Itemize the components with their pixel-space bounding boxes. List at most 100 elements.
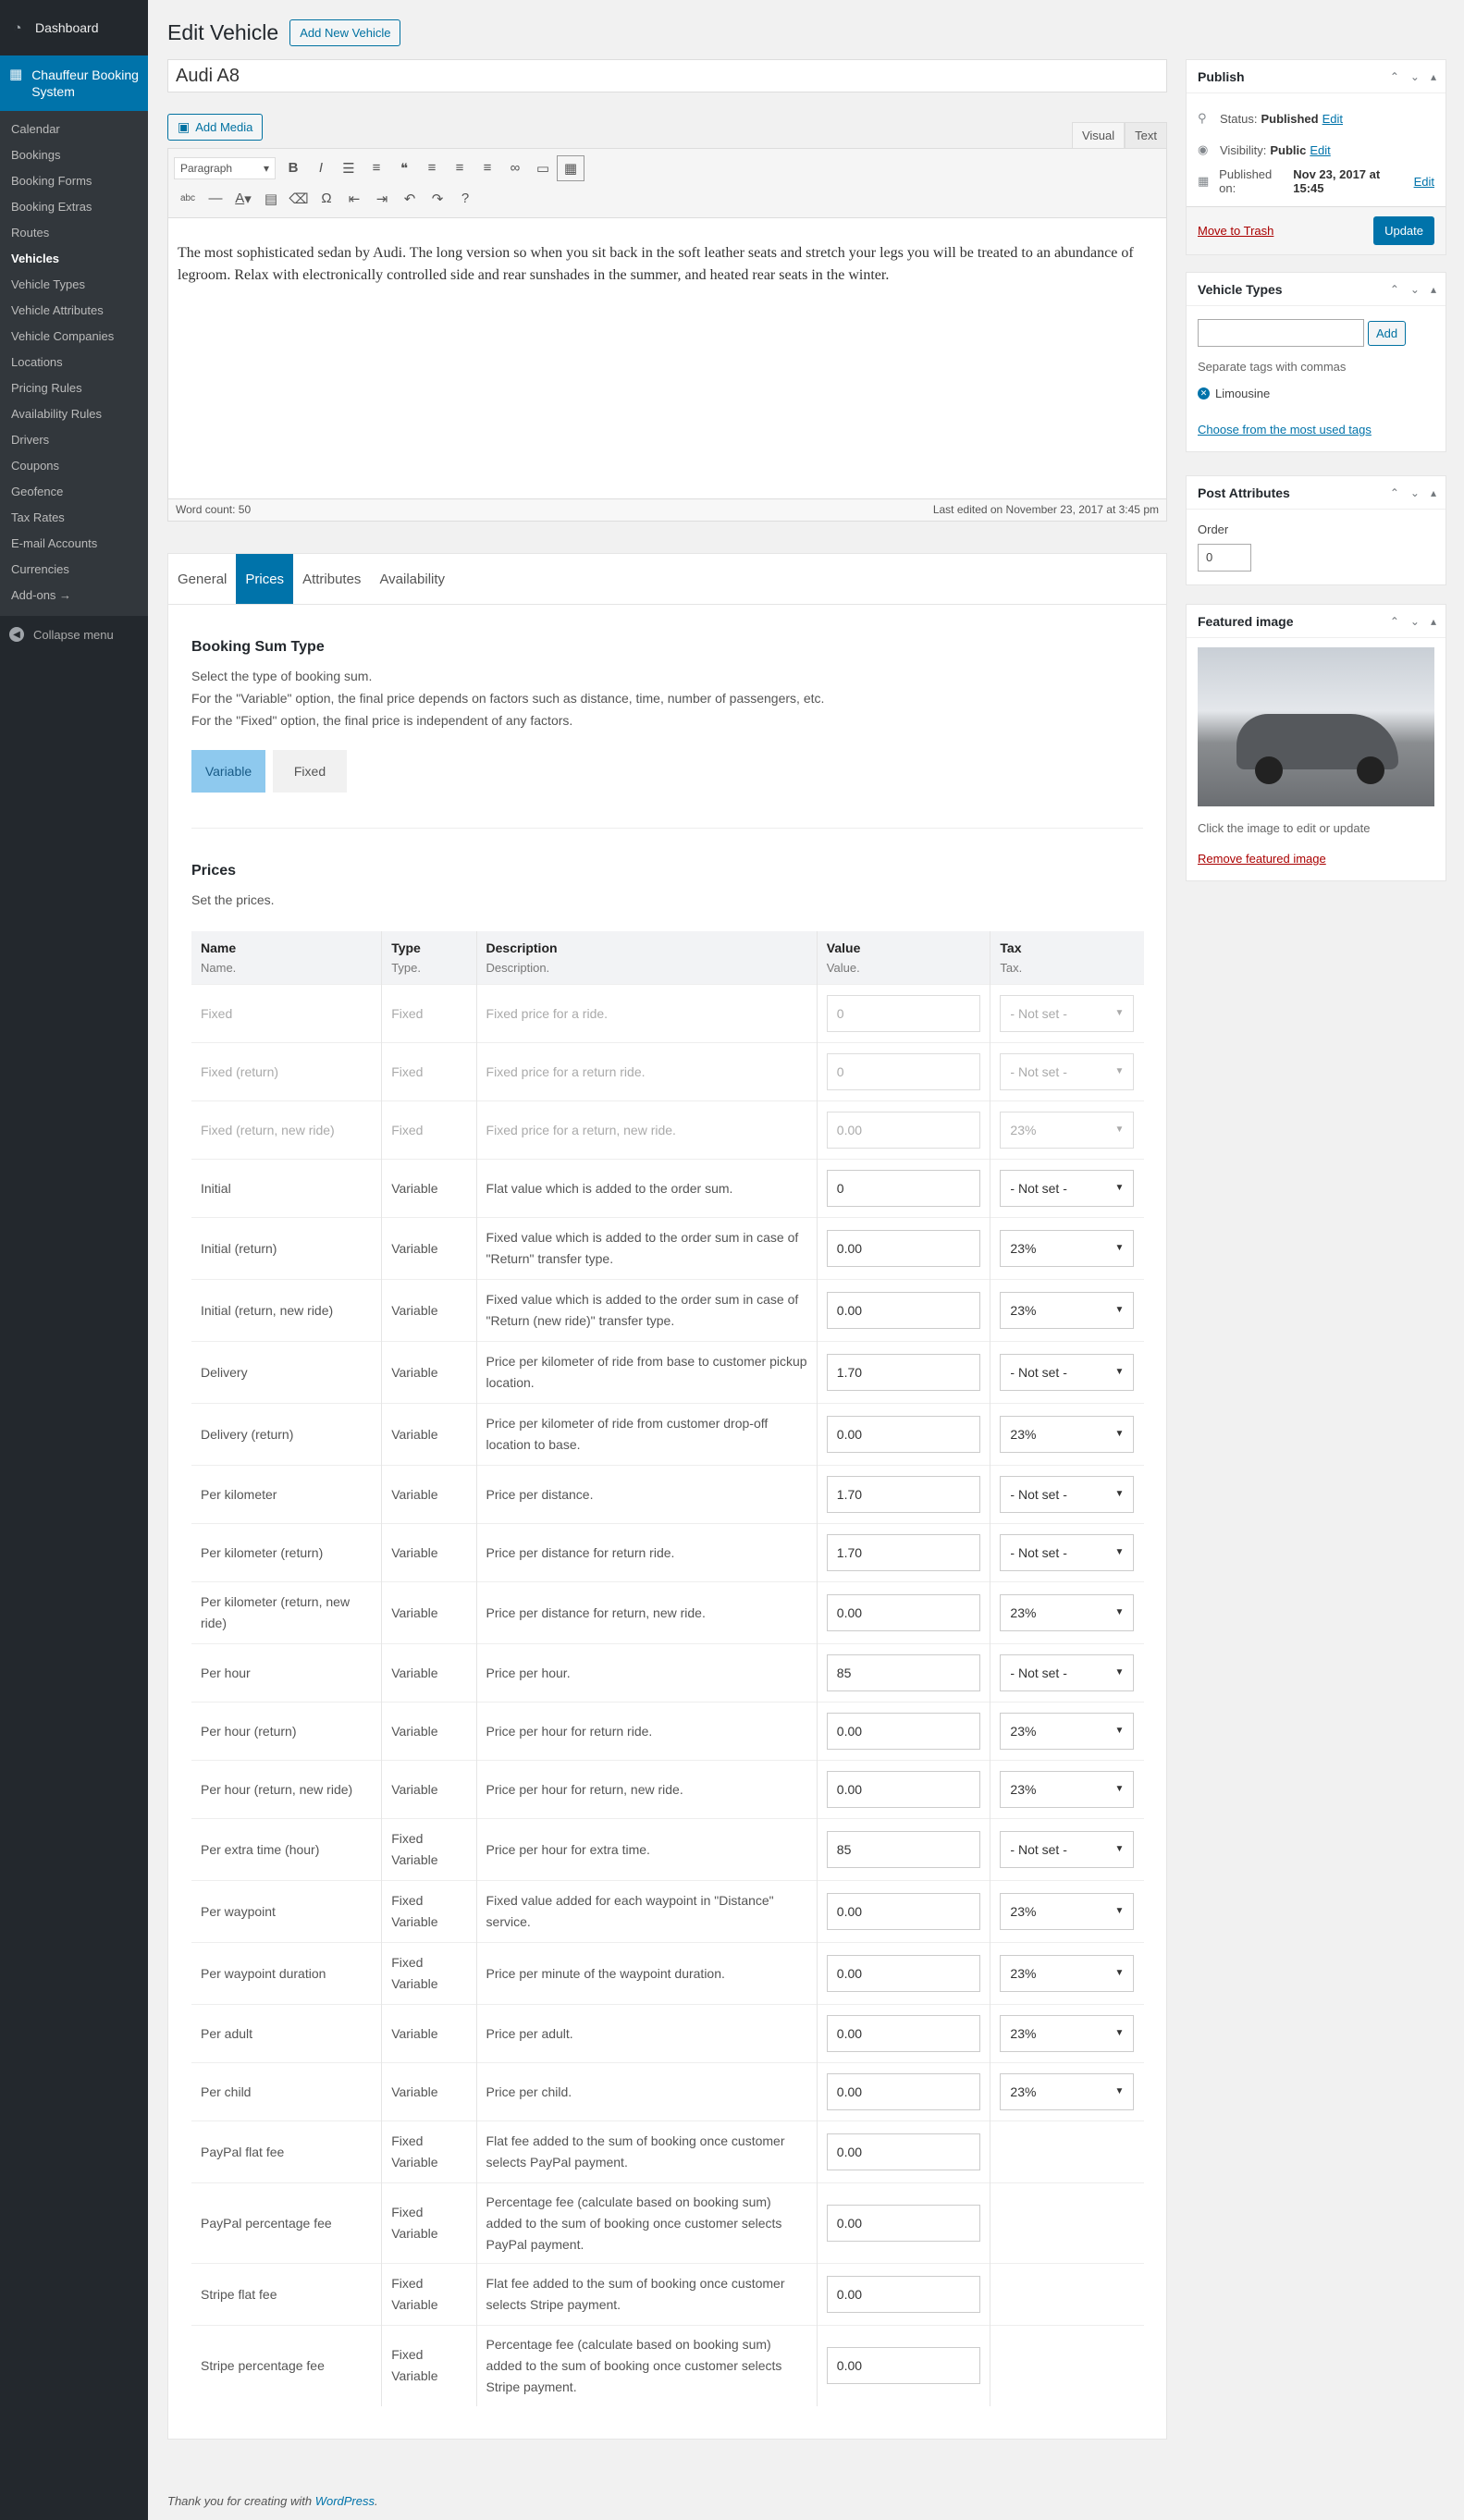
menu-dashboard[interactable]: ◔ Dashboard	[0, 0, 148, 55]
special-character-icon[interactable]: Ω	[313, 186, 340, 212]
price-value-input[interactable]: 0.00	[826, 1955, 980, 1992]
read-more-icon[interactable]: ▭	[529, 155, 557, 181]
sidebar-item-calendar[interactable]: Calendar	[0, 117, 148, 142]
sidebar-item-tax-rates[interactable]: Tax Rates	[0, 505, 148, 531]
tab-general[interactable]: General	[168, 554, 236, 604]
update-button[interactable]: Update	[1373, 216, 1434, 245]
sidebar-item-drivers[interactable]: Drivers	[0, 427, 148, 453]
price-value-input[interactable]: 0.00	[826, 1112, 980, 1149]
tax-select[interactable]: - Not set - ▼	[1000, 1534, 1135, 1571]
edit-visibility-link[interactable]: Edit	[1310, 143, 1330, 157]
tab-text[interactable]: Text	[1125, 122, 1167, 148]
price-value-input[interactable]: 0.00	[826, 2276, 980, 2313]
tax-select[interactable]: - Not set - ▼	[1000, 1170, 1135, 1207]
remove-featured-image-link[interactable]: Remove featured image	[1198, 852, 1326, 866]
toggle-panel-icon[interactable]: ▴	[1431, 615, 1436, 628]
tab-prices[interactable]: Prices	[236, 554, 294, 604]
tax-select[interactable]: 23% ▼	[1000, 1112, 1135, 1149]
choose-tags-link[interactable]: Choose from the most used tags	[1198, 423, 1372, 436]
tab-availability[interactable]: Availability	[370, 554, 454, 604]
sidebar-item-add-ons[interactable]: Add-ons →	[0, 583, 148, 608]
move-to-trash-link[interactable]: Move to Trash	[1198, 224, 1273, 238]
tax-select[interactable]: 23% ▼	[1000, 1292, 1135, 1329]
toggle-panel-icon[interactable]: ▴	[1431, 70, 1436, 83]
collapse-menu-button[interactable]: ◀ Collapse menu	[0, 616, 148, 653]
tax-select[interactable]: - Not set - ▼	[1000, 1476, 1135, 1513]
chevron-up-icon[interactable]: ⌃	[1390, 70, 1399, 83]
blockquote-icon[interactable]: ❝	[390, 155, 418, 181]
sidebar-item-vehicles[interactable]: Vehicles	[0, 246, 148, 272]
tax-select[interactable]: 23% ▼	[1000, 2073, 1135, 2110]
add-new-vehicle-button[interactable]: Add New Vehicle	[289, 18, 401, 46]
text-color-icon[interactable]: A ▾	[229, 186, 257, 212]
price-value-input[interactable]: 1.70	[826, 1534, 980, 1571]
sidebar-item-booking-forms[interactable]: Booking Forms	[0, 168, 148, 194]
tax-select[interactable]: 23% ▼	[1000, 1230, 1135, 1267]
chevron-up-icon[interactable]: ⌃	[1390, 615, 1399, 628]
chevron-down-icon[interactable]: ⌄	[1410, 283, 1420, 296]
tax-select[interactable]: - Not set - ▼	[1000, 1354, 1135, 1391]
wordpress-link[interactable]: WordPress	[315, 2494, 375, 2508]
tax-select[interactable]: - Not set - ▼	[1000, 1654, 1135, 1691]
price-value-input[interactable]: 0	[826, 995, 980, 1032]
sidebar-item-locations[interactable]: Locations	[0, 350, 148, 375]
price-value-input[interactable]: 0.00	[826, 1416, 980, 1453]
sidebar-item-e-mail-accounts[interactable]: E-mail Accounts	[0, 531, 148, 557]
sidebar-item-pricing-rules[interactable]: Pricing Rules	[0, 375, 148, 401]
price-value-input[interactable]: 0.00	[826, 1893, 980, 1930]
clear-formatting-icon[interactable]: ⌫	[285, 186, 313, 212]
toggle-panel-icon[interactable]: ▴	[1431, 486, 1436, 499]
tax-select[interactable]: 23% ▼	[1000, 1594, 1135, 1631]
tax-select[interactable]: - Not set - ▼	[1000, 1053, 1135, 1090]
price-value-input[interactable]: 0.00	[826, 1771, 980, 1808]
horizontal-line-icon[interactable]: —	[202, 186, 229, 212]
redo-icon[interactable]: ↷	[424, 186, 451, 212]
option-variable-button[interactable]: Variable	[191, 750, 265, 793]
tax-select[interactable]: - Not set - ▼	[1000, 1831, 1135, 1868]
sidebar-item-vehicle-types[interactable]: Vehicle Types	[0, 272, 148, 298]
add-media-button[interactable]: ▣ Add Media	[167, 114, 264, 141]
bulleted-list-icon[interactable]: ☰	[335, 155, 363, 181]
price-value-input[interactable]: 1.70	[826, 1476, 980, 1513]
undo-icon[interactable]: ↶	[396, 186, 424, 212]
outdent-icon[interactable]: ⇤	[340, 186, 368, 212]
price-value-input[interactable]: 0.00	[826, 2205, 980, 2242]
chevron-down-icon[interactable]: ⌄	[1410, 70, 1420, 83]
price-value-input[interactable]: 0	[826, 1170, 980, 1207]
add-tag-button[interactable]: Add	[1368, 320, 1407, 346]
price-value-input[interactable]: 0.00	[826, 2073, 980, 2110]
paste-text-icon[interactable]: ▤	[257, 186, 285, 212]
tax-select[interactable]: 23% ▼	[1000, 2015, 1135, 2052]
sidebar-item-vehicle-attributes[interactable]: Vehicle Attributes	[0, 298, 148, 324]
italic-icon[interactable]: I	[307, 155, 335, 181]
tag-input[interactable]	[1198, 319, 1364, 347]
menu-chauffeur-booking-system[interactable]: ▦ Chauffeur Booking System	[0, 55, 148, 111]
price-value-input[interactable]: 0.00	[826, 1292, 980, 1329]
sidebar-item-geofence[interactable]: Geofence	[0, 479, 148, 505]
strikethrough-icon[interactable]: abc	[174, 186, 202, 212]
indent-icon[interactable]: ⇥	[368, 186, 396, 212]
price-value-input[interactable]: 85	[826, 1831, 980, 1868]
sidebar-item-bookings[interactable]: Bookings	[0, 142, 148, 168]
chevron-up-icon[interactable]: ⌃	[1390, 283, 1399, 296]
tab-attributes[interactable]: Attributes	[293, 554, 370, 604]
featured-image[interactable]	[1198, 647, 1434, 806]
chevron-down-icon[interactable]: ⌄	[1410, 615, 1420, 628]
post-title-input[interactable]: Audi A8	[167, 59, 1167, 92]
sidebar-item-coupons[interactable]: Coupons	[0, 453, 148, 479]
price-value-input[interactable]: 0.00	[826, 2347, 980, 2385]
format-select[interactable]: Paragraph ▾	[174, 156, 276, 179]
align-left-icon[interactable]: ≡	[418, 155, 446, 181]
sidebar-item-vehicle-companies[interactable]: Vehicle Companies	[0, 324, 148, 350]
edit-status-link[interactable]: Edit	[1323, 112, 1343, 126]
tax-select[interactable]: - Not set - ▼	[1000, 995, 1135, 1032]
tab-visual[interactable]: Visual	[1071, 122, 1126, 148]
tax-select[interactable]: 23% ▼	[1000, 1955, 1135, 1992]
price-value-input[interactable]: 0.00	[826, 1594, 980, 1631]
numbered-list-icon[interactable]: ≡	[363, 155, 390, 181]
help-icon[interactable]: ?	[451, 186, 479, 212]
link-icon[interactable]: ∞	[501, 155, 529, 181]
price-value-input[interactable]: 0.00	[826, 1230, 980, 1267]
editor-content[interactable]: The most sophisticated sedan by Audi. Th…	[168, 218, 1166, 498]
tax-select[interactable]: 23% ▼	[1000, 1893, 1135, 1930]
